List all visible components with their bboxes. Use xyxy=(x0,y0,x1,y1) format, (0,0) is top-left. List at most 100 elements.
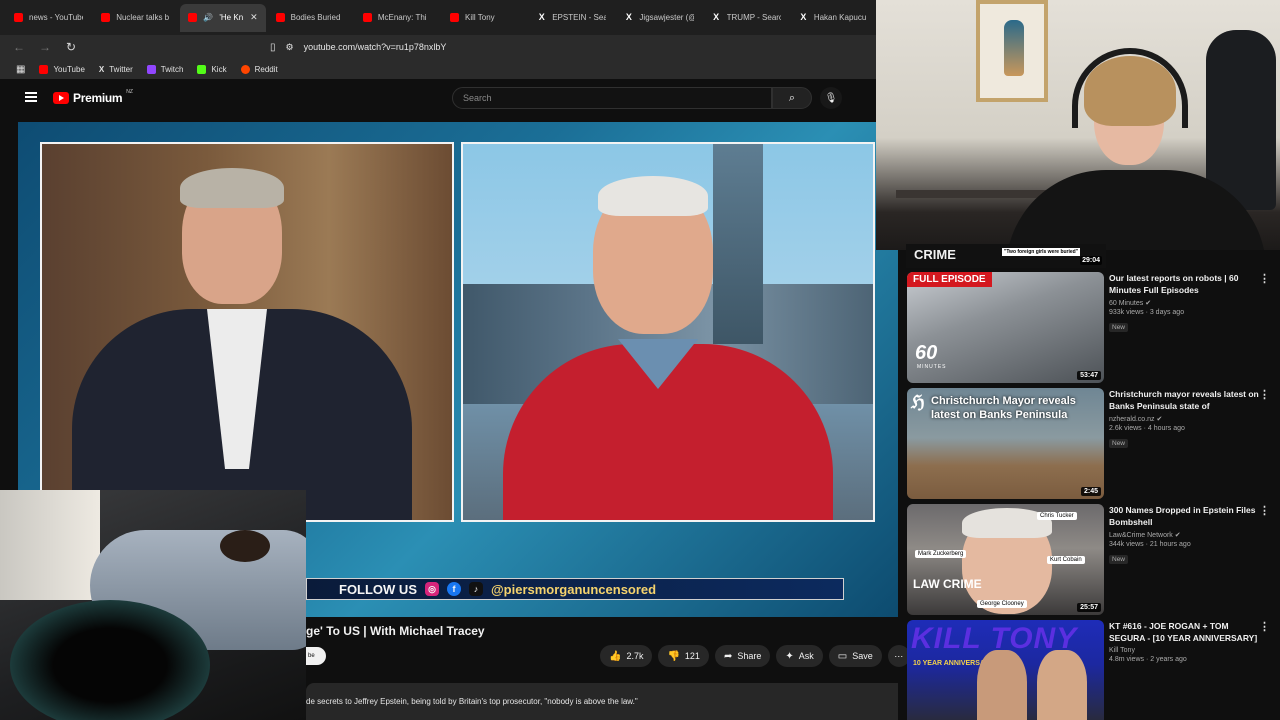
youtube-favicon-icon xyxy=(188,13,198,22)
youtube-premium-logo[interactable]: Premium NZ xyxy=(53,89,133,105)
channel-name[interactable]: Kill Tony xyxy=(1109,647,1259,654)
microphone-icon: 🎙 xyxy=(824,92,838,104)
browser-tab[interactable]: X Hakan Kapucu xyxy=(791,4,876,32)
video-panel-host xyxy=(40,142,454,522)
youtube-favicon-icon xyxy=(275,13,285,22)
like-button[interactable]: 👍 2.7k xyxy=(600,645,653,667)
more-vertical-icon[interactable]: ⋮ xyxy=(1259,388,1270,401)
browser-tab[interactable]: Nuclear talks b xyxy=(93,4,178,32)
recommendation-title[interactable]: Our latest reports on robots | 60 Minute… xyxy=(1109,272,1259,296)
back-arrow-icon[interactable]: ← xyxy=(12,40,26,54)
video-thumbnail[interactable]: Chris Tucker Mark Zuckerberg Kurt Cobain… xyxy=(907,504,1104,615)
recommendation-title[interactable]: KT #616 - JOE ROGAN + TOM SEGURA - [10 Y… xyxy=(1109,620,1259,644)
webcam-overlay-streamer xyxy=(876,0,1280,250)
new-badge: New xyxy=(1109,439,1129,448)
recommendation-partial-card[interactable]: CRIME "Two foreign girls were buried" 29… xyxy=(906,244,1106,268)
video-panel-guest xyxy=(461,142,875,522)
url-text[interactable]: youtube.com/watch?v=ru1p78nxlbY xyxy=(304,42,447,52)
host-hair xyxy=(180,168,284,208)
cat xyxy=(220,530,270,562)
door-frame xyxy=(0,490,100,600)
browser-tab-bar: news - YouTube Nuclear talks b 🔊 'He Kn ✕ … xyxy=(0,0,876,35)
browser-tab[interactable]: Bodies Buried xyxy=(268,4,353,32)
menu-icon[interactable] xyxy=(25,92,37,102)
recommendation-title[interactable]: Christchurch mayor reveals latest on Ban… xyxy=(1109,388,1259,412)
channel-name[interactable]: Law&Crime Network ✔ xyxy=(1109,531,1259,539)
description-text: de secrets to Jeffrey Epstein, being tol… xyxy=(306,697,638,706)
recommendation-item[interactable]: Chris Tucker Mark Zuckerberg Kurt Cobain… xyxy=(907,504,1277,619)
subscribe-button[interactable]: be xyxy=(306,647,326,665)
view-stats: 2.6k views · 4 hours ago xyxy=(1109,425,1185,432)
speaker-icon[interactable]: 🔊 xyxy=(203,13,213,22)
thumbnail-person xyxy=(977,650,1027,720)
forward-arrow-icon[interactable]: → xyxy=(38,40,52,54)
thumbs-down-icon: 👎 xyxy=(667,650,680,662)
reload-icon[interactable]: ↻ xyxy=(64,40,78,54)
twitch-icon xyxy=(146,64,156,74)
browser-tab[interactable]: X EPSTEIN - Sear xyxy=(529,4,614,32)
video-thumbnail[interactable]: ℌ Christchurch Mayor reveals latest on B… xyxy=(907,388,1104,499)
ask-button[interactable]: ✦ Ask xyxy=(776,645,823,667)
voice-search-button[interactable]: 🎙 xyxy=(820,87,842,109)
browser-tab[interactable]: news - YouTube xyxy=(6,4,91,32)
herald-logo-icon: ℌ xyxy=(911,392,925,412)
x-icon: X xyxy=(98,64,105,74)
dislike-button[interactable]: 👎 121 xyxy=(658,645,709,667)
x-favicon-icon: X xyxy=(538,12,545,22)
video-thumbnail[interactable]: KILL TONY 10 YEAR ANNIVERSARY xyxy=(907,620,1104,720)
browser-tab[interactable]: Kill Tony xyxy=(442,4,527,32)
recommendation-item[interactable]: ℌ Christchurch Mayor reveals latest on B… xyxy=(907,388,1277,503)
headset xyxy=(1072,48,1188,128)
reddit-icon xyxy=(240,64,250,74)
browser-tab[interactable]: X Jigsawjester (@ xyxy=(616,4,701,32)
follow-us-banner: FOLLOW US ◎ f ♪ @piersmorganuncensored xyxy=(306,578,844,600)
search-input[interactable]: Search xyxy=(452,87,772,109)
screen: news - YouTube Nuclear talks b 🔊 'He Kn ✕ … xyxy=(0,0,1280,720)
share-button[interactable]: ➦ Share xyxy=(714,645,771,667)
recommendation-item[interactable]: FULL EPISODE 60 MINUTES 53:47 Our latest… xyxy=(907,272,1277,387)
bookmark-kick[interactable]: Kick xyxy=(197,64,227,74)
browser-tab-active[interactable]: 🔊 'He Kn ✕ xyxy=(180,3,266,32)
channel-name[interactable]: 60 Minutes ✔ xyxy=(1109,299,1259,307)
recommendation-title[interactable]: 300 Names Dropped in Epstein Files Bombs… xyxy=(1109,504,1259,528)
view-stats: 4.8m views · 2 years ago xyxy=(1109,656,1187,663)
nefertiti-bust xyxy=(1004,20,1024,76)
video-title: ge' To US | With Michael Tracey xyxy=(306,624,485,638)
apps-grid-icon[interactable]: ▦ xyxy=(16,64,25,75)
more-vertical-icon[interactable]: ⋮ xyxy=(1259,504,1270,517)
bookmark-twitter[interactable]: X Twitter xyxy=(99,65,133,74)
more-vertical-icon[interactable]: ⋮ xyxy=(1259,620,1270,633)
address-bar: ← → ↻ ▯ ⚙ youtube.com/watch?v=ru1p78nxlb… xyxy=(0,35,876,59)
thumbnail-person xyxy=(1037,650,1087,720)
site-info-icon[interactable]: ⚙ xyxy=(286,42,294,53)
sparkle-icon: ✦ xyxy=(785,650,794,662)
bookmark-twitch[interactable]: Twitch xyxy=(146,64,183,74)
video-duration: 2:45 xyxy=(1080,487,1101,496)
new-badge: New xyxy=(1109,323,1129,332)
youtube-icon xyxy=(39,64,49,74)
kick-icon xyxy=(197,64,207,74)
video-thumbnail[interactable]: FULL EPISODE 60 MINUTES 53:47 xyxy=(907,272,1104,383)
channel-name[interactable]: nzherald.co.nz ✔ xyxy=(1109,415,1259,423)
youtube-play-icon xyxy=(53,92,69,104)
bookmarks-bar: ▦ YouTube X Twitter Twitch Kick Reddit xyxy=(0,59,876,79)
video-description[interactable]: de secrets to Jeffrey Epstein, being tol… xyxy=(306,683,898,720)
thumbnail-overlay-text: "Two foreign girls were buried" xyxy=(1002,248,1081,256)
youtube-favicon-icon xyxy=(450,13,460,22)
browser-tab[interactable]: X TRUMP - Searc xyxy=(704,4,789,32)
url-field[interactable]: ▯ ⚙ youtube.com/watch?v=ru1p78nxlbY xyxy=(270,42,446,53)
browser-tab[interactable]: McEnany: Thi xyxy=(355,4,440,32)
bookmark-youtube[interactable]: YouTube xyxy=(39,64,85,74)
bookmark-icon[interactable]: ▯ xyxy=(270,42,276,53)
search-button[interactable]: ⌕ xyxy=(772,87,812,109)
more-vertical-icon[interactable]: ⋮ xyxy=(1259,272,1270,285)
youtube-favicon-icon xyxy=(14,13,23,22)
save-button[interactable]: ▭ Save xyxy=(828,645,882,667)
more-horizontal-icon: ⋯ xyxy=(894,650,904,661)
close-tab-icon[interactable]: ✕ xyxy=(250,12,258,23)
video-duration: 29:04 xyxy=(1080,256,1102,265)
bookmark-reddit[interactable]: Reddit xyxy=(240,64,278,74)
facebook-icon: f xyxy=(447,582,461,596)
video-duration: 53:47 xyxy=(1077,371,1101,380)
recommendation-item[interactable]: KILL TONY 10 YEAR ANNIVERSARY KT #616 - … xyxy=(907,620,1277,720)
